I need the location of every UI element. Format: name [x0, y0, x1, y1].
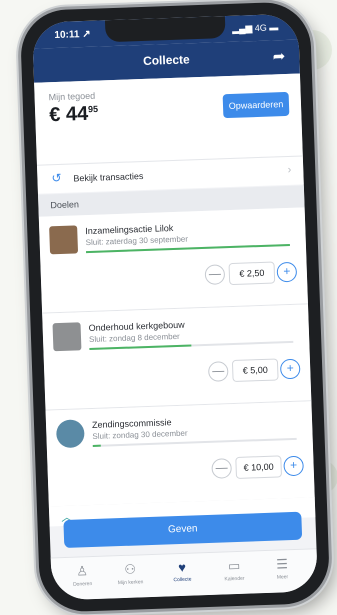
increase-button[interactable]: + — [283, 455, 304, 477]
balance-amount-main: € 44 — [48, 102, 89, 127]
goal-thumbnail — [49, 225, 79, 255]
balance-amount: € 4495 — [49, 103, 99, 128]
increase-button[interactable]: + — [276, 261, 298, 283]
menu-icon: ☰ — [275, 556, 289, 572]
goal-name: Zendingscommissie — [91, 417, 172, 430]
decrease-button[interactable]: — — [204, 264, 226, 285]
goal-name: Onderhoud kerkgebouw — [88, 319, 185, 334]
goal-closing-date: Sluit: zondag 30 december — [92, 428, 188, 441]
tab-kalender[interactable]: ▭ Kalender — [209, 557, 260, 583]
decrease-button[interactable]: — — [207, 361, 229, 382]
transactions-label: Bekijk transacties — [73, 171, 144, 184]
goal-item: Zendingscommissie Sluit: zondag 30 decem… — [45, 401, 315, 508]
phone-screen: 10:11 ↗ ▂▄▆ 4G ▬ Collecte ➦ Mijn tegoed … — [31, 13, 319, 601]
status-time: 10:11 ↗ — [54, 28, 91, 42]
balance-card: Mijn tegoed € 4495 Opwaarderen — [34, 73, 303, 165]
tab-meer[interactable]: ☰ Meer — [257, 556, 308, 582]
tab-label: Meer — [276, 574, 289, 581]
tab-label: Doneren — [72, 581, 93, 588]
balance-amount-cents: 95 — [87, 103, 99, 115]
tab-doneren[interactable]: ♙ Doneren — [57, 563, 108, 589]
tab-label: Kalender — [224, 575, 245, 583]
goals-header-label: Doelen — [50, 199, 80, 211]
goal-closing-date: Sluit: zaterdag 30 september — [85, 234, 189, 248]
amount-field[interactable]: € 5,00 — [231, 358, 279, 383]
goal-item: Inzamelingsactie Lilok Sluit: zaterdag 3… — [38, 207, 308, 314]
increase-button[interactable]: + — [279, 358, 301, 380]
phone-notch — [104, 16, 226, 43]
goal-item: Onderhoud kerkgebouw Sluit: zondag 8 dec… — [42, 304, 312, 411]
page-title: Collecte — [142, 52, 190, 68]
goal-progress-fill — [89, 344, 192, 351]
amount-field[interactable]: € 2,50 — [228, 261, 276, 286]
heart-icon: ♥ — [177, 559, 187, 576]
history-icon: ↺ — [51, 170, 62, 186]
goal-progress-fill — [92, 444, 101, 447]
person-icon: ♙ — [76, 563, 89, 579]
users-icon: ⚇ — [124, 561, 137, 577]
goal-thumbnail — [52, 322, 82, 352]
tab-mijn-kerken[interactable]: ⚇ Mijn kerken — [105, 561, 156, 587]
decrease-button[interactable]: — — [211, 458, 233, 479]
top-up-button[interactable]: Opwaarderen — [222, 91, 290, 119]
chevron-right-icon: › — [287, 163, 292, 176]
tab-label: Collecte — [173, 576, 192, 584]
goal-closing-date: Sluit: zondag 8 december — [88, 331, 180, 345]
tab-label: Mijn kerken — [117, 579, 144, 587]
tab-collecte[interactable]: ♥ Collecte — [157, 559, 208, 584]
phone-frame: 10:11 ↗ ▂▄▆ 4G ▬ Collecte ➦ Mijn tegoed … — [19, 1, 331, 613]
tab-bar: ♙ Doneren ⚇ Mijn kerken ♥ Collecte ▭ Kal… — [50, 548, 319, 601]
amount-field[interactable]: € 10,00 — [235, 455, 283, 479]
balance-label: Mijn tegoed — [48, 90, 96, 103]
calendar-icon: ▭ — [227, 557, 241, 574]
goal-name: Inzamelingsactie Lilok — [85, 223, 174, 237]
share-icon[interactable]: ➦ — [272, 47, 285, 65]
goal-thumbnail — [55, 419, 85, 449]
status-indicators: ▂▄▆ 4G ▬ — [231, 22, 279, 34]
